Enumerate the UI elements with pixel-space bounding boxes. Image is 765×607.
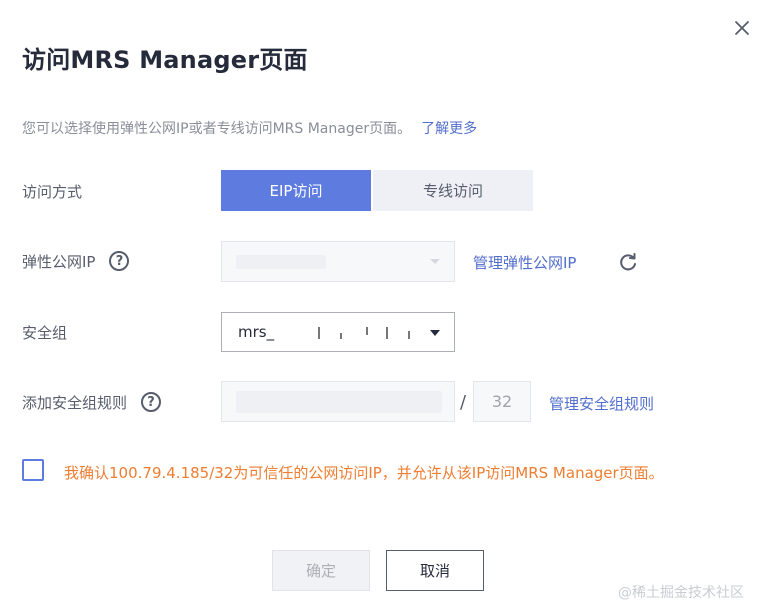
redacted-mark (366, 327, 368, 335)
dialog-title: 访问MRS Manager页面 (22, 46, 308, 74)
close-icon (735, 21, 749, 35)
security-group-label: 安全组 (22, 315, 67, 349)
manage-eip-link[interactable]: 管理弹性公网IP (473, 252, 576, 273)
security-group-select[interactable]: mrs_ (221, 312, 455, 352)
redacted-mark (340, 333, 342, 339)
sg-rule-label: 添加安全组规则 ? (22, 385, 162, 419)
manage-sg-rule-link[interactable]: 管理安全组规则 (549, 393, 654, 414)
sg-rule-ip-input[interactable] (221, 381, 455, 422)
redacted-mark (408, 331, 410, 339)
chevron-down-icon (430, 259, 440, 264)
watermark: @稀土掘金技术社区 (618, 585, 744, 601)
help-circle-icon[interactable]: ? (109, 251, 130, 271)
learn-more-link[interactable]: 了解更多 (421, 121, 477, 137)
cidr-separator: / (460, 392, 467, 413)
redacted-value (236, 391, 442, 413)
close-button[interactable] (728, 14, 756, 42)
ok-button[interactable]: 确定 (272, 550, 370, 591)
refresh-icon[interactable] (617, 251, 639, 273)
dialog: 访问MRS Manager页面 您可以选择使用弹性公网IP或者专线访问MRS M… (0, 0, 765, 607)
description-text: 您可以选择使用弹性公网IP或者专线访问MRS Manager页面。 (22, 121, 412, 137)
redacted-value (236, 255, 326, 269)
redacted-mark (318, 327, 320, 339)
tab-eip-access[interactable]: EIP访问 (221, 170, 371, 211)
security-group-value: mrs_ (238, 323, 275, 341)
access-mode-label-text: 访问方式 (22, 182, 83, 201)
cidr-mask-input[interactable]: 32 (473, 381, 531, 422)
eip-label-text: 弹性公网IP (22, 252, 96, 271)
redacted-mark (386, 327, 388, 339)
security-group-label-text: 安全组 (22, 323, 68, 342)
chevron-down-icon (430, 330, 440, 336)
cancel-button[interactable]: 取消 (386, 550, 484, 591)
confirm-text: 我确认100.79.4.185/32为可信任的公网访问IP，并允许从该IP访问M… (64, 464, 664, 482)
dialog-description: 您可以选择使用弹性公网IP或者专线访问MRS Manager页面。 了解更多 (22, 118, 477, 138)
tab-direct-connect[interactable]: 专线访问 (373, 170, 533, 211)
eip-select[interactable] (221, 241, 455, 282)
access-mode-label: 访问方式 (22, 174, 82, 208)
eip-label: 弹性公网IP ? (22, 244, 130, 278)
help-circle-icon[interactable]: ? (141, 392, 162, 412)
confirm-checkbox[interactable] (22, 459, 44, 481)
sg-rule-label-text: 添加安全组规则 (22, 393, 128, 412)
